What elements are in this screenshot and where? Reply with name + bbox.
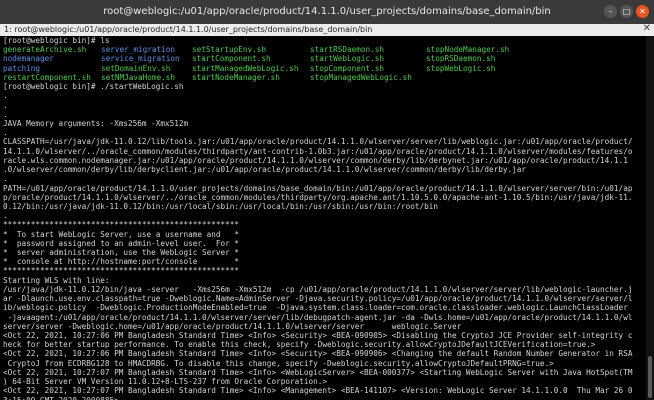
output-line: <Oct 22, 2021, 10:27:07 PM Bangladesh St… [3,386,633,396]
output-line: 0.12/bin:/usr/java/jdk-11.0.12/bin:/usr/… [3,201,439,211]
output-line: .0/wlserver/common/derby/lib/derbyclient… [3,165,526,175]
ls-row: nodemanager service_migration startCompone… [3,54,646,63]
directory-entry: server_migration [101,45,176,55]
output-line: ****************************************… [3,220,240,230]
file-entry: startNodeManager.sh [192,72,280,82]
file-entry: setNMJavaHome.sh [101,72,176,82]
output-line: /usr/java/jdk-11.0.12/bin/java -server -… [3,284,633,294]
scrollbar[interactable] [646,36,654,400]
output-line: Starting WLS with line: [3,275,110,285]
ls-row: restartComponent.sh setNMJavaHome.sh start… [3,73,646,82]
directory-entry: patching [3,63,41,73]
output-line: [root@weblogic bin]# ./startWebLogic.sh [3,82,184,92]
output-line: server/server -Dweblogic.home=/u01/app/o… [3,321,462,331]
terminal-window: root@weblogic:/u01/app/oracle/product/14… [0,0,654,400]
file-entry: stopWebLogic.sh [426,63,496,73]
output-line: heck for better startup performance. To … [3,340,596,350]
ls-row: generateArchive.sh server_migration setSta… [3,45,646,54]
tab-close-icon[interactable]: ✕ [643,23,651,34]
file-entry: startManagedWebLogic.sh [192,63,299,73]
file-entry: setDomainEnv.sh [101,63,171,73]
output-line: CryptoJ from ECDRBG128 to HMACDRBG. To d… [3,358,554,368]
close-button[interactable]: ✕ [636,5,649,18]
output-line: ****************************************… [3,266,240,276]
output-line: racle.wls.common.nodemanager.jar:/u01/ap… [3,155,628,165]
minimize-button[interactable]: – [604,5,617,18]
file-entry: stopNodeManager.sh [426,45,510,55]
file-entry: stopRSDaemon.sh [426,54,496,64]
output-line: . [3,128,8,138]
output-line: . [3,100,8,110]
file-entry: startRSDaemon.sh [310,45,385,55]
output-line: ) 64-Bit Server VM Version 11.0.12+8-LTS… [3,377,327,387]
output-line: ib/weblogic.policy -Dweblogic.Production… [3,303,628,313]
maximize-button[interactable]: □ [620,5,633,18]
file-entry: startComponent.sh [192,54,271,64]
output-line: . [3,174,8,184]
output-line: . [3,109,8,119]
file-entry: stopComponent.sh [310,63,385,73]
output-line: . [3,211,8,221]
output-line: <Oct 22, 2021, 10:27:07 PM Bangladesh St… [3,367,633,377]
output-line: * To start WebLogic Server, use a userna… [3,229,240,239]
terminal-output[interactable]: [root@weblogic bin]# ls generateArchive.… [0,36,646,400]
output-line: * password assigned to an admin-level us… [3,238,240,248]
output-line: * server administration, use the WebLogi… [3,248,240,258]
file-entry: setStartupEnv.sh [192,45,267,55]
file-entry: stopManagedWebLogic.sh [310,72,412,82]
directory-entry: nodemanager [3,54,54,64]
directory-entry: service_migration [101,54,180,64]
output-line: PATH=/u01/app/oracle/product/14.1.1.0/us… [3,183,633,193]
output-line: * console at http://hostname:port/consol… [3,257,240,267]
file-entry [426,73,536,82]
file-entry: generateArchive.sh [3,45,87,55]
scrollbar-thumb[interactable] [648,356,652,398]
output-line: ar -Dlaunch.use.env.classpath=true -Dweb… [3,294,633,304]
tab-bar: 1: root@weblogic:/u01/app/oracle/product… [0,23,654,36]
output-line: 14.1.1.0/wlserver/../oracle_common/modul… [3,146,633,156]
tab-title[interactable]: 1: root@weblogic:/u01/app/oracle/product… [4,25,372,34]
file-entry: restartComponent.sh [3,72,91,82]
prompt-line: [root@weblogic bin]# ls [3,36,110,45]
output-line: CLASSPATH=/usr/java/jdk-11.0.12/lib/tool… [3,137,633,147]
output-line: <Oct 22, 2021, 10:27:06 PM Bangladesh St… [3,331,633,340]
output-line: -javaagent:/u01/app/oracle/product/14.1.… [3,312,633,322]
output-line: p/oracle/product/14.1.1.0/wlserver/../or… [3,192,633,202]
ls-listing: generateArchive.sh server_migration setSta… [3,45,646,82]
file-entry: startWebLogic.sh [310,54,385,64]
ls-row: patching setDomainEnv.sh startManagedWebLo… [3,64,646,73]
output-line: JAVA Memory arguments: -Xms256m -Xmx512m [3,118,189,128]
output-lines: [root@weblogic bin]# ./startWebLogic.sh.… [3,82,646,400]
title-bar[interactable]: root@weblogic:/u01/app/oracle/product/14… [0,0,654,24]
output-line: <Oct 22, 2021, 10:27:06 PM Bangladesh St… [3,349,633,359]
output-line: . [3,91,8,101]
window-title: root@weblogic:/u01/app/oracle/product/14… [103,6,551,17]
output-line: 3:15:09 GMT 2020 2000885> [3,396,646,400]
